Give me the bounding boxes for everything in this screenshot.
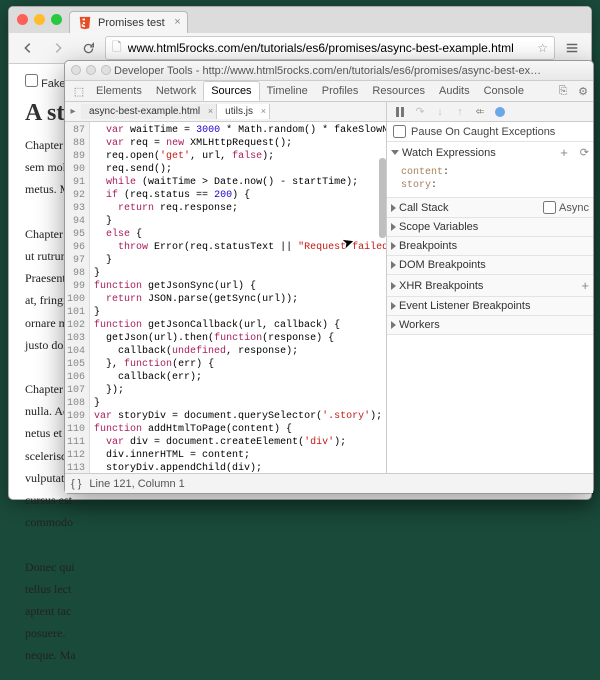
drawer-icon[interactable]: ⎘ (553, 85, 573, 98)
disclosure-triangle-icon (391, 321, 396, 329)
step-into-icon[interactable]: ↓ (431, 106, 449, 118)
panel-network[interactable]: Network (149, 82, 203, 100)
browser-tab[interactable]: Promises test × (69, 11, 188, 33)
inspect-icon[interactable]: ⬚ (69, 85, 89, 98)
panel-elements[interactable]: Elements (89, 82, 149, 100)
panel-console[interactable]: Console (477, 82, 531, 100)
body-text: aptent tac (25, 603, 575, 619)
panel-timeline[interactable]: Timeline (260, 82, 315, 100)
devtools-max-icon[interactable] (101, 65, 111, 75)
step-out-icon[interactable]: ↑ (451, 106, 469, 118)
disclosure-triangle-icon (391, 302, 396, 310)
async-checkbox[interactable]: Async (543, 201, 589, 214)
devtools-close-icon[interactable] (71, 65, 81, 75)
close-tab-icon[interactable]: × (261, 106, 266, 116)
devtools-window: Developer Tools - http://www.html5rocks.… (64, 60, 594, 494)
watch-body: content: story: (387, 163, 593, 197)
watch-header[interactable]: Watch Expressions + ⟳ (387, 142, 593, 163)
scrollbar-thumb[interactable] (379, 158, 386, 238)
menu-button[interactable] (559, 36, 585, 60)
disclosure-triangle-icon (391, 261, 396, 269)
url-input[interactable] (128, 41, 532, 55)
braces-icon[interactable]: { } (71, 478, 81, 490)
step-over-icon[interactable]: ↷ (411, 105, 429, 118)
scope-header[interactable]: Scope Variables (387, 218, 593, 236)
disclosure-triangle-icon (391, 242, 396, 250)
settings-icon[interactable]: ⚙ (573, 85, 593, 98)
close-window-icon[interactable] (17, 14, 28, 25)
deactivate-breakpoints-icon[interactable]: ⤂ (471, 105, 489, 118)
watch-entry[interactable]: story: (401, 179, 585, 192)
devtools-statusbar: { } Line 121, Column 1 (65, 473, 593, 493)
body-text (25, 536, 575, 552)
panel-sources[interactable]: Sources (203, 81, 259, 101)
source-tabs: ▸ async-best-example.html×utils.js× (65, 102, 386, 122)
tab-title: Promises test (98, 17, 165, 29)
debugger-toolbar: ↷ ↓ ↑ ⤂ (387, 102, 593, 122)
reload-button[interactable] (75, 36, 101, 60)
pause-exceptions-icon[interactable] (491, 105, 509, 117)
source-tab[interactable]: utils.js× (217, 104, 270, 119)
omnibox[interactable]: 🗋 ☆ (105, 36, 555, 60)
devtools-min-icon[interactable] (86, 65, 96, 75)
tab-bar: Promises test × (9, 7, 591, 33)
forward-button[interactable] (45, 36, 71, 60)
body-text: posuere. (25, 625, 575, 641)
close-tab-icon[interactable]: × (208, 106, 213, 116)
xhr-breakpoints-header[interactable]: XHR Breakpoints+ (387, 275, 593, 296)
source-tab[interactable]: async-best-example.html× (81, 104, 217, 119)
body-text: commodo (25, 514, 575, 530)
minimize-window-icon[interactable] (34, 14, 45, 25)
devtools-panels: ⬚ ElementsNetworkSourcesTimelineProfiles… (65, 81, 593, 102)
pause-on-caught-row[interactable]: Pause On Caught Exceptions (387, 122, 593, 142)
add-xhr-bp-icon[interactable]: + (581, 278, 589, 293)
devtools-titlebar[interactable]: Developer Tools - http://www.html5rocks.… (65, 61, 593, 81)
panel-resources[interactable]: Resources (365, 82, 432, 100)
workers-header[interactable]: Workers (387, 316, 593, 334)
html5-favicon-icon (78, 16, 92, 30)
status-text: Line 121, Column 1 (89, 478, 184, 490)
devtools-window-controls (71, 65, 111, 75)
pause-on-caught-checkbox[interactable] (393, 125, 406, 138)
line-gutter: 87 88 89 90 91 92 93 94 95 96 97 98 99 1… (65, 122, 90, 473)
watch-section: Watch Expressions + ⟳ content: story: (387, 142, 593, 198)
devtools-title: Developer Tools - http://www.html5rocks.… (114, 65, 544, 77)
debugger-column: ↷ ↓ ↑ ⤂ Pause On Caught Exceptions Watch… (387, 102, 593, 473)
body-text: tellus lect (25, 581, 575, 597)
back-button[interactable] (15, 36, 41, 60)
sources-column: ▸ async-best-example.html×utils.js× 87 8… (65, 102, 387, 473)
disclosure-triangle-icon (391, 282, 396, 290)
dom-breakpoints-header[interactable]: DOM Breakpoints (387, 256, 593, 274)
window-controls (17, 14, 62, 25)
disclosure-triangle-icon (391, 150, 399, 155)
breakpoints-header[interactable]: Breakpoints (387, 237, 593, 255)
page-icon: 🗋 (112, 38, 122, 59)
star-icon[interactable]: ☆ (537, 41, 548, 55)
panel-profiles[interactable]: Profiles (315, 82, 366, 100)
add-watch-icon[interactable]: + (560, 145, 568, 160)
body-text: Donec qui (25, 559, 575, 575)
callstack-header[interactable]: Call StackAsync (387, 198, 593, 217)
code-text[interactable]: var waitTime = 3000 * Math.random() * fa… (90, 122, 386, 473)
navigator-icon[interactable]: ▸ (65, 106, 81, 117)
panel-audits[interactable]: Audits (432, 82, 477, 100)
body-text: neque. Ma (25, 647, 575, 663)
pause-icon[interactable] (391, 105, 409, 117)
tab-close-icon[interactable]: × (174, 16, 180, 28)
refresh-watch-icon[interactable]: ⟳ (580, 146, 589, 159)
code-editor[interactable]: 87 88 89 90 91 92 93 94 95 96 97 98 99 1… (65, 122, 386, 473)
evt-breakpoints-header[interactable]: Event Listener Breakpoints (387, 297, 593, 315)
disclosure-triangle-icon (391, 204, 396, 212)
maximize-window-icon[interactable] (51, 14, 62, 25)
disclosure-triangle-icon (391, 223, 396, 231)
watch-entry[interactable]: content: (401, 166, 585, 179)
